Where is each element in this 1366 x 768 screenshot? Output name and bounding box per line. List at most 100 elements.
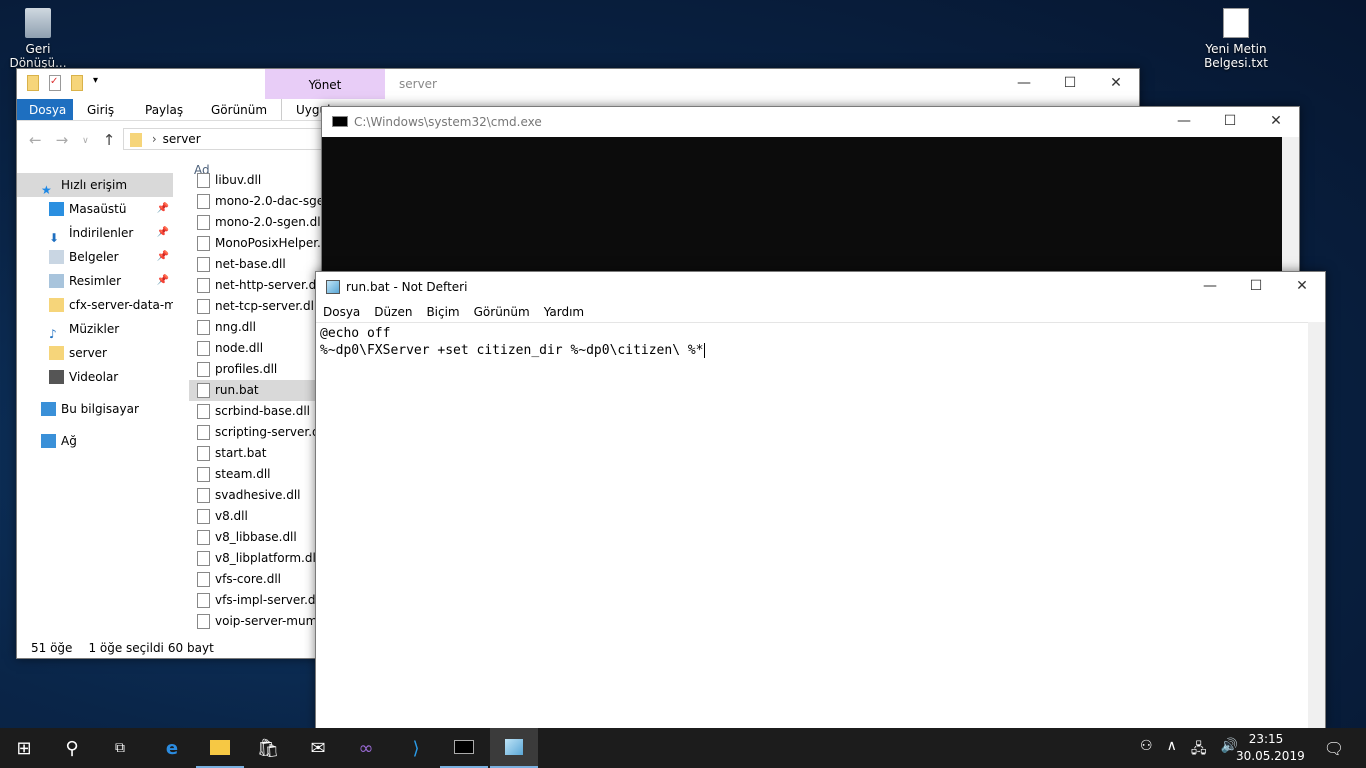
tab-view[interactable]: Görünüm [197,99,281,120]
notification-icon[interactable]: 🗨 [1310,728,1358,768]
menu-edit[interactable]: Düzen [374,305,412,319]
cmd-scrollbar[interactable] [1282,137,1299,287]
file-item[interactable]: run.bat [189,380,329,401]
forward-button[interactable]: → [56,131,69,151]
nav-videos[interactable]: Videolar [17,365,173,389]
pictures-icon [49,274,64,288]
start-button[interactable]: ⊞ [0,728,48,768]
text-editor[interactable]: @echo off %~dp0\FXServer +set citizen_di… [316,322,1309,729]
folder-icon[interactable] [27,75,39,91]
tab-file[interactable]: Dosya [17,99,73,120]
cmd-taskbar-icon[interactable] [440,728,488,768]
folder-icon [49,298,64,312]
search-button[interactable]: ⚲ [48,728,96,768]
file-name: libuv.dll [215,173,262,187]
file-item[interactable]: net-http-server.dll [189,275,329,296]
nav-cfx-folder[interactable]: cfx-server-data-mas [17,293,173,317]
manage-tab[interactable]: Yönet [265,69,385,99]
file-item[interactable]: start.bat [189,443,329,464]
file-explorer-taskbar-icon[interactable] [196,728,244,768]
nav-pictures[interactable]: Resimler 📌 [17,269,173,293]
file-item[interactable]: v8_libplatform.dll [189,548,329,569]
minimize-button[interactable]: — [1001,69,1047,99]
text-file-icon-desktop[interactable]: Yeni Metin Belgesi.txt [1198,8,1274,70]
nav-music[interactable]: ♪ Müzikler [17,317,173,341]
file-item[interactable]: vfs-core.dll [189,569,329,590]
properties-icon[interactable]: ✓ [49,75,61,91]
file-name: voip-server-mumb [215,614,325,628]
file-item[interactable]: scripting-server.dll [189,422,329,443]
dll-file-icon [197,593,210,608]
file-item[interactable]: nng.dll [189,317,329,338]
notepad-scrollbar[interactable] [1308,322,1325,729]
file-item[interactable]: net-tcp-server.dll [189,296,329,317]
file-name: v8.dll [215,509,248,523]
recent-dropdown[interactable]: ∨ [82,131,89,151]
menu-help[interactable]: Yardım [544,305,584,319]
file-name: v8_libbase.dll [215,530,297,544]
videos-icon [49,370,64,384]
nav-network[interactable]: Ağ [17,429,173,453]
file-item[interactable]: scrbind-base.dll [189,401,329,422]
store-icon[interactable]: 🛍 [244,728,292,768]
nav-quick-access[interactable]: ★ Hızlı erişim [17,173,173,197]
file-item[interactable]: v8.dll [189,506,329,527]
menu-format[interactable]: Biçim [426,305,459,319]
folder-icon [130,132,142,147]
file-name: node.dll [215,341,264,355]
file-list: libuv.dll mono-2.0-dac-sgen. mono-2.0-sgen… [189,173,329,635]
nav-this-pc[interactable]: Bu bilgisayar [17,397,173,421]
file-name: steam.dll [215,467,271,481]
customize-icon[interactable]: ▾ [93,75,98,91]
maximize-button[interactable]: ☐ [1233,272,1279,302]
vscode-icon[interactable]: ⟩ [392,728,440,768]
file-item[interactable]: node.dll [189,338,329,359]
menu-file[interactable]: Dosya [323,305,360,319]
file-name: MonoPosixHelper.dll [215,236,329,250]
new-folder-icon[interactable] [71,75,83,91]
file-item[interactable]: libuv.dll [189,173,329,191]
minimize-button[interactable]: — [1161,107,1207,137]
menu-view[interactable]: Görünüm [474,305,530,319]
recycle-bin[interactable]: Geri Dönüşü... [0,8,76,70]
maximize-button[interactable]: ☐ [1047,69,1093,99]
nav-downloads[interactable]: ⬇ İndirilenler 📌 [17,221,173,245]
minimize-button[interactable]: — [1187,272,1233,302]
selected-count: 1 öğe seçildi [88,641,164,655]
clock[interactable]: 23:15 30.05.2019 [1236,731,1305,765]
notepad-taskbar-icon[interactable] [490,728,538,768]
file-item[interactable]: steam.dll [189,464,329,485]
dll-file-icon [197,530,210,545]
tab-share[interactable]: Paylaş [131,99,197,120]
close-button[interactable]: ✕ [1279,272,1325,302]
date: 30.05.2019 [1236,749,1305,763]
file-item[interactable]: mono-2.0-sgen.dll [189,212,329,233]
file-item[interactable]: mono-2.0-dac-sgen. [189,191,329,212]
close-button[interactable]: ✕ [1093,69,1139,99]
nav-desktop[interactable]: Masaüstü 📌 [17,197,173,221]
visual-studio-icon[interactable]: ∞ [342,728,390,768]
people-icon[interactable]: ⚇ [1140,738,1153,762]
file-item[interactable]: net-base.dll [189,254,329,275]
dll-file-icon [197,614,210,629]
file-item[interactable]: v8_libbase.dll [189,527,329,548]
file-item[interactable]: svadhesive.dll [189,485,329,506]
dll-file-icon [197,194,210,209]
file-item[interactable]: profiles.dll [189,359,329,380]
file-item[interactable]: voip-server-mumb [189,611,329,632]
nav-documents[interactable]: Belgeler 📌 [17,245,173,269]
file-item[interactable]: MonoPosixHelper.dll [189,233,329,254]
network-icon[interactable]: 🖧 [1191,738,1207,762]
file-item[interactable]: vfs-impl-server.dll [189,590,329,611]
file-name: run.bat [215,383,259,397]
edge-icon[interactable]: e [148,728,196,768]
close-button[interactable]: ✕ [1253,107,1299,137]
mail-icon[interactable]: ✉ [294,728,342,768]
task-view-button[interactable]: ⧉ [96,728,144,768]
maximize-button[interactable]: ☐ [1207,107,1253,137]
chevron-up-icon[interactable]: ∧ [1167,738,1177,762]
up-button[interactable]: ↑ [103,131,116,151]
tab-home[interactable]: Giriş [73,99,131,120]
nav-server[interactable]: server [17,341,173,365]
back-button[interactable]: ← [29,131,42,151]
